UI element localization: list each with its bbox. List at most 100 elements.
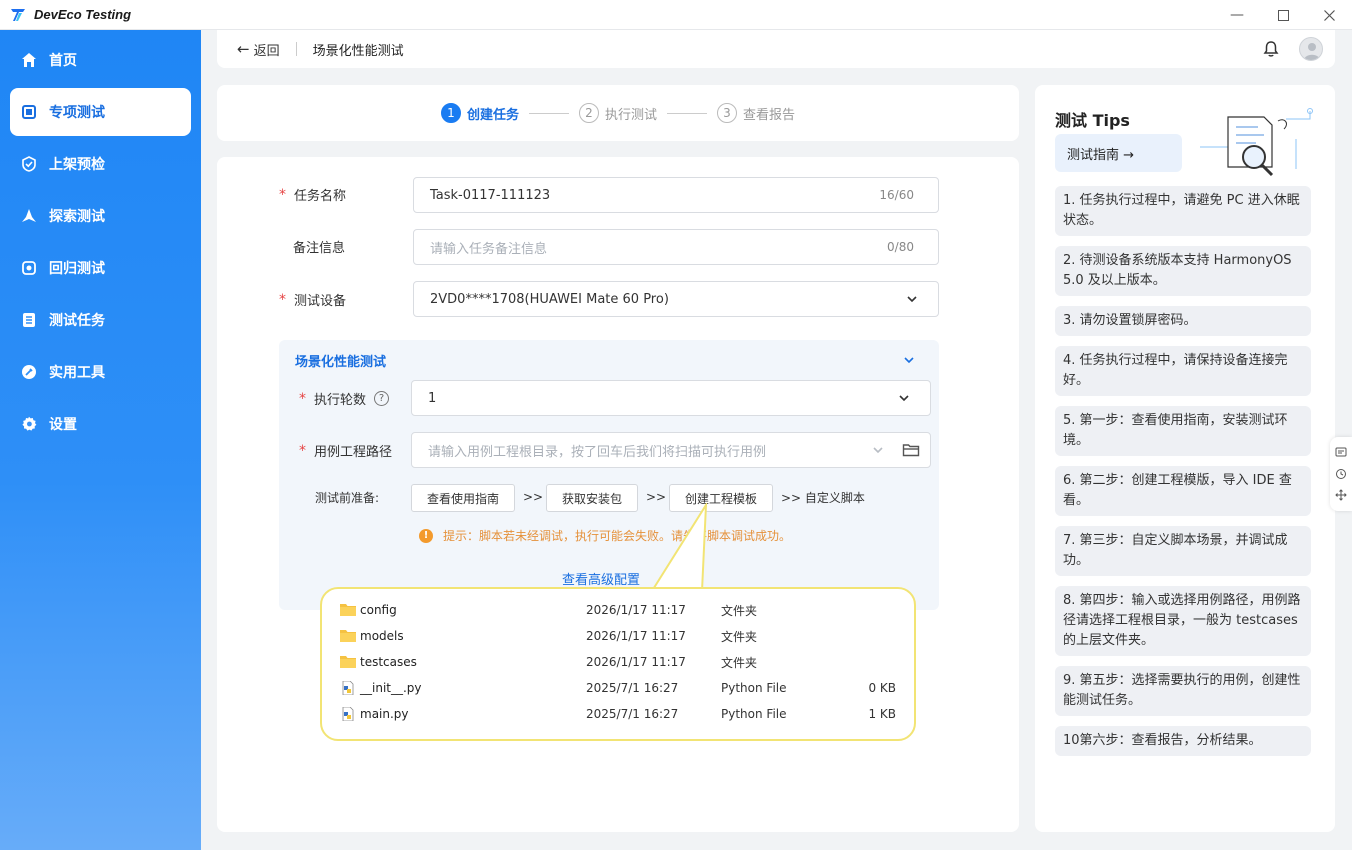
step-number: 3 <box>717 103 737 123</box>
file-size: 1 KB <box>868 707 896 721</box>
case-path-input[interactable]: 请输入用例工程根目录，按了回车后我们将扫描可执行用例 <box>411 432 931 468</box>
tip-item: 7. 第三步：自定义脚本场景，并调试成功。 <box>1055 526 1311 576</box>
file-type: 文件夹 <box>721 629 758 644</box>
shield-check-icon <box>20 155 38 173</box>
warning-icon: ! <box>419 528 433 543</box>
app-title: DevEco Testing <box>34 7 132 22</box>
python-file-icon <box>342 707 354 721</box>
list-icon <box>20 311 38 329</box>
tips-panel: 测试 Tips 测试指南 → 1. 任务执行过程中，请避免 PC 进入休眠状态。… <box>1035 85 1335 832</box>
sidebar: 首页 专项测试 上架预检 探索测试 回归测试 测试任务 实用工具 设置 <box>0 30 201 850</box>
page-header: ← 返回 场景化性能测试 <box>217 30 1335 68</box>
sidebar-item-label: 测试任务 <box>49 313 105 329</box>
feedback-icon[interactable] <box>1335 447 1347 459</box>
arrow-separator: >> <box>646 490 667 504</box>
regression-icon <box>20 259 38 277</box>
file-date: 2025/7/1 16:27 <box>586 707 679 721</box>
help-icon[interactable]: ? <box>374 391 390 406</box>
tool-icon <box>20 363 38 381</box>
sidebar-item-test-tasks[interactable]: 测试任务 <box>10 296 191 344</box>
device-value: 2VD0****1708(HUAWEI Mate 60 Pro) <box>430 291 669 307</box>
tip-item: 10第六步：查看报告，分析结果。 <box>1055 726 1311 756</box>
file-row[interactable]: main.py 2025/7/1 16:27 Python File 1 KB <box>340 704 900 724</box>
history-icon[interactable] <box>1335 468 1347 480</box>
tips-title: 测试 Tips <box>1055 111 1130 130</box>
file-date: 2025/7/1 16:27 <box>586 681 679 695</box>
avatar[interactable] <box>1299 37 1323 61</box>
maximize-icon[interactable] <box>1260 0 1306 30</box>
step-connector <box>667 112 707 114</box>
chevron-down-icon[interactable] <box>872 444 884 456</box>
step-label: 查看报告 <box>743 107 796 123</box>
case-path-label: 用例工程路径 <box>314 445 393 460</box>
required-mark: * <box>279 186 286 203</box>
page-title: 场景化性能测试 <box>312 43 404 59</box>
folder-icon <box>340 604 356 616</box>
tip-item: 2. 待测设备系统版本支持 HarmonyOS 5.0 及以上版本。 <box>1055 246 1311 296</box>
window-controls: — <box>1214 0 1352 30</box>
file-row[interactable]: testcases 2026/1/17 11:17 文件夹 <box>340 652 900 672</box>
explore-icon <box>20 207 38 225</box>
chevron-down-icon <box>899 395 909 402</box>
file-row[interactable]: models 2026/1/17 11:17 文件夹 <box>340 626 900 646</box>
back-button[interactable]: ← 返回 <box>237 40 280 59</box>
step-label: 执行测试 <box>604 107 657 123</box>
folder-open-icon[interactable] <box>902 442 920 458</box>
get-package-button[interactable]: 获取安装包 <box>546 484 638 512</box>
bell-icon[interactable] <box>1261 39 1281 59</box>
sidebar-item-settings[interactable]: 设置 <box>10 400 191 448</box>
file-row[interactable]: __init__.py 2025/7/1 16:27 Python File 0… <box>340 678 900 698</box>
sidebar-item-tools[interactable]: 实用工具 <box>10 348 191 396</box>
title-bar: DevEco Testing — <box>0 0 1352 30</box>
header-divider <box>295 42 297 56</box>
required-mark: * <box>299 442 306 459</box>
file-name: __init__.py <box>360 681 422 695</box>
step-number: 2 <box>578 103 599 123</box>
chevron-down-icon[interactable] <box>903 354 915 366</box>
sidebar-item-special-test[interactable]: 专项测试 <box>10 88 191 136</box>
custom-script-text: >> 自定义脚本 <box>781 491 865 505</box>
move-icon[interactable] <box>1335 488 1347 501</box>
device-label: 测试设备 <box>294 294 347 309</box>
python-file-icon <box>342 681 354 695</box>
floating-toolbar <box>1330 437 1352 511</box>
rounds-select[interactable]: 1 <box>411 380 931 416</box>
sidebar-item-regression[interactable]: 回归测试 <box>10 244 191 292</box>
app-logo-icon <box>11 8 25 21</box>
sidebar-item-home[interactable]: 首页 <box>10 36 191 84</box>
view-guide-button[interactable]: 查看使用指南 <box>411 484 515 512</box>
chevron-down-icon <box>907 296 917 303</box>
file-row[interactable]: config 2026/1/17 11:17 文件夹 <box>340 600 900 620</box>
tip-item: 8. 第四步：输入或选择用例路径，用例路径请选择工程根目录，一般为 testca… <box>1055 586 1311 656</box>
close-icon[interactable] <box>1306 0 1352 30</box>
sidebar-item-label: 回归测试 <box>49 261 105 277</box>
file-size: 0 KB <box>868 681 896 695</box>
file-type: 文件夹 <box>721 655 758 670</box>
minimize-icon[interactable]: — <box>1214 0 1260 30</box>
tip-item: 9. 第五步：选择需要执行的用例，创建性能测试任务。 <box>1055 666 1311 716</box>
step-create-task: 1 创建任务 <box>440 103 519 123</box>
sidebar-item-label: 探索测试 <box>49 209 105 225</box>
step-view-report: 3 查看报告 <box>717 103 795 123</box>
required-mark: * <box>299 390 306 407</box>
square-icon <box>20 103 38 121</box>
file-list-popover: config 2026/1/17 11:17 文件夹 models 2026/1… <box>320 587 916 741</box>
remark-label: 备注信息 <box>293 241 346 256</box>
warning-tip: ! 提示：脚本若未经调试，执行可能会失败。请先将脚本调试成功。 <box>419 527 791 544</box>
task-name-label: 任务名称 <box>294 189 347 204</box>
task-name-input[interactable]: Task-0117-111123 16/60 <box>413 177 939 213</box>
gear-icon <box>20 415 38 433</box>
tip-item: 1. 任务执行过程中，请避免 PC 进入休眠状态。 <box>1055 186 1311 236</box>
remark-input[interactable]: 请输入任务备注信息 0/80 <box>413 229 939 265</box>
file-name: config <box>360 603 397 617</box>
advanced-config-link[interactable]: 查看高级配置 <box>562 569 640 588</box>
arrow-left-icon: ← <box>237 40 250 58</box>
task-name-label-row: * 任务名称 <box>279 185 347 205</box>
device-select[interactable]: 2VD0****1708(HUAWEI Mate 60 Pro) <box>413 281 939 317</box>
sidebar-item-explore[interactable]: 探索测试 <box>10 192 191 240</box>
test-guide-button[interactable]: 测试指南 → <box>1055 134 1182 172</box>
scenario-performance-section: 场景化性能测试 * 执行轮数 ? 1 * 用例工程路径 请输入用例工程根目录，按… <box>279 340 939 610</box>
file-name: models <box>360 629 404 643</box>
step-indicator: 1 创建任务 2 执行测试 3 查看报告 <box>217 85 1019 141</box>
sidebar-item-precheck[interactable]: 上架预检 <box>10 140 191 188</box>
